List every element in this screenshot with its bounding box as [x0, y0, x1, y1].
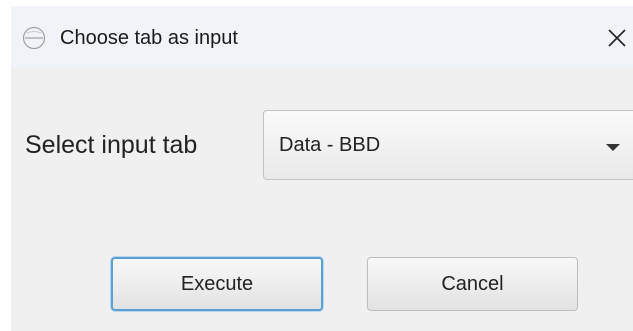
- cancel-button[interactable]: Cancel: [367, 257, 578, 311]
- window-title: Choose tab as input: [60, 27, 238, 49]
- input-tab-select[interactable]: Data - BBD: [263, 110, 633, 180]
- close-icon: [608, 29, 626, 47]
- execute-button[interactable]: Execute: [111, 257, 323, 311]
- chevron-down-icon: [606, 144, 620, 151]
- close-button[interactable]: [603, 24, 631, 52]
- title-bar: Choose tab as input: [11, 6, 633, 68]
- execute-button-label: Execute: [180, 272, 254, 295]
- dialog-window: Choose tab as input Select input tab Dat…: [11, 6, 633, 331]
- select-value: Data - BBD: [279, 134, 381, 156]
- app-logo-icon: [22, 26, 46, 50]
- cancel-button-label: Cancel: [441, 272, 504, 295]
- select-input-tab-label: Select input tab: [25, 131, 198, 159]
